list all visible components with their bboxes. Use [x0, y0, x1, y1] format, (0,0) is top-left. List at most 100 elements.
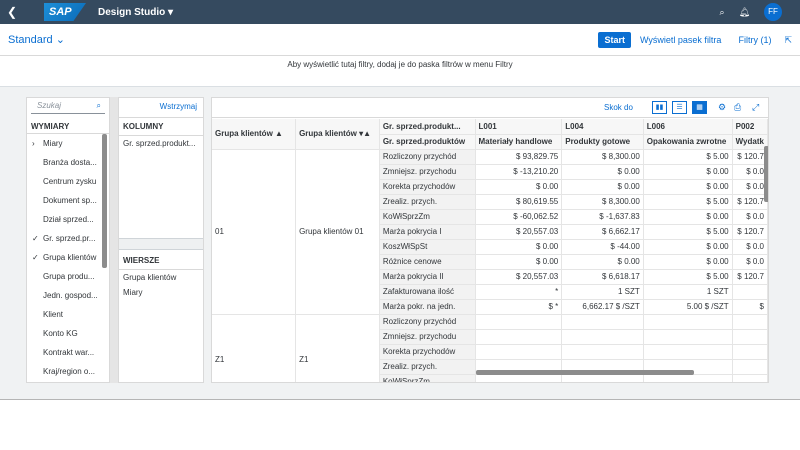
measure-label[interactable]: Rozliczony przychód	[379, 314, 476, 330]
data-cell[interactable]: $ 5.00	[643, 269, 733, 285]
data-cell[interactable]: $ 20,557.03	[475, 269, 563, 285]
data-cell[interactable]: $	[732, 299, 768, 315]
data-cell[interactable]	[732, 374, 768, 382]
group-key[interactable]: Z1	[212, 314, 297, 382]
dimension-item[interactable]: Dokument sp...	[27, 191, 109, 210]
table-icon[interactable]: ▦	[692, 101, 707, 114]
data-cell[interactable]: 6,662.17 $ /SZT	[561, 299, 644, 315]
data-cell[interactable]: $ 120.7	[732, 269, 768, 285]
measure-label[interactable]: KoWłSprzZm	[379, 374, 476, 382]
data-cell[interactable]: $ 5.00	[643, 194, 733, 210]
data-cell[interactable]: $ 80,619.55	[475, 194, 563, 210]
data-cell[interactable]: $ 0.00	[561, 254, 644, 270]
back-icon[interactable]: ❮	[0, 5, 24, 19]
data-cell[interactable]	[732, 344, 768, 360]
data-cell[interactable]: $ -60,062.52	[475, 209, 563, 225]
column-header-code[interactable]: L001	[475, 119, 563, 135]
data-cell[interactable]	[561, 374, 644, 382]
dimension-item[interactable]: Kontrakt war...	[27, 343, 109, 362]
data-cell[interactable]: $ 0.00	[643, 254, 733, 270]
measure-label[interactable]: Marża pokrycia I	[379, 224, 476, 240]
measure-label[interactable]: Różnice cenowe	[379, 254, 476, 270]
measure-label[interactable]: Zrealiz. przych.	[379, 359, 476, 375]
dimension-item[interactable]: › Miary	[27, 134, 109, 153]
pause-button[interactable]: Wstrzymaj	[119, 98, 203, 118]
data-cell[interactable]: $ 0.00	[561, 164, 644, 180]
dimension-item[interactable]: Kraj/region o...	[27, 362, 109, 381]
scrollbar[interactable]	[102, 134, 107, 268]
column-header-name[interactable]: Wydatk	[732, 134, 768, 150]
dimension-item[interactable]: Dział sprzed...	[27, 210, 109, 229]
column-item[interactable]: Gr. sprzed.produkt...	[119, 136, 203, 151]
dimension-item[interactable]: Centrum zysku	[27, 172, 109, 191]
measure-label[interactable]: Marża pokr. na jedn.	[379, 299, 476, 315]
data-cell[interactable]: $ 0.0	[732, 179, 768, 195]
data-cell[interactable]	[732, 359, 768, 375]
data-cell[interactable]: $ 0.0	[732, 164, 768, 180]
data-cell[interactable]: $ -44.00	[561, 239, 644, 255]
data-cell[interactable]	[732, 314, 768, 330]
column-header-name[interactable]: Materiały handlowe	[475, 134, 563, 150]
data-cell[interactable]: $ 0.00	[643, 239, 733, 255]
measure-label[interactable]: Rozliczony przychód	[379, 149, 476, 165]
data-cell[interactable]	[732, 284, 768, 300]
data-cell[interactable]: $ 0.00	[643, 209, 733, 225]
sort-icon[interactable]: ▲	[275, 129, 283, 138]
data-cell[interactable]: $ 120.7	[732, 149, 768, 165]
chart-icon[interactable]: ▮▮	[652, 101, 667, 114]
group-text[interactable]: Z1	[295, 314, 380, 382]
data-cell[interactable]: $ 93,829.75	[475, 149, 563, 165]
avatar[interactable]: FF	[764, 3, 782, 21]
splitter[interactable]	[110, 97, 118, 383]
measure-label[interactable]: KoWłSprzZm	[379, 209, 476, 225]
group-text[interactable]: Grupa klientów 01	[295, 149, 380, 315]
data-cell[interactable]	[561, 329, 644, 345]
data-cell[interactable]	[475, 314, 563, 330]
data-cell[interactable]: $ 0.00	[475, 179, 563, 195]
bell-icon[interactable]: 🔔︎	[739, 7, 750, 18]
column-header-name[interactable]: Opakowania zwrotne	[643, 134, 733, 150]
column-header-code[interactable]: L004	[561, 119, 644, 135]
dimension-item[interactable]: Jedn. gospod...	[27, 286, 109, 305]
measure-label[interactable]: Zafakturowana ilość	[379, 284, 476, 300]
jump-to-link[interactable]: Skok do	[604, 103, 633, 112]
column-header-code[interactable]: L006	[643, 119, 733, 135]
fullscreen-icon[interactable]: ⤢	[752, 102, 759, 113]
data-cell[interactable]: $ 0.0	[732, 254, 768, 270]
data-cell[interactable]: $ 0.00	[643, 164, 733, 180]
data-cell[interactable]: $ -1,637.83	[561, 209, 644, 225]
data-cell[interactable]: $ *	[475, 299, 563, 315]
data-cell[interactable]: 1 SZT	[643, 284, 733, 300]
share-icon[interactable]: ⇱	[784, 35, 792, 46]
data-cell[interactable]	[475, 344, 563, 360]
data-cell[interactable]	[643, 314, 733, 330]
data-cell[interactable]	[475, 374, 563, 382]
dimension-item[interactable]: ✓ Grupa klientów	[27, 248, 109, 267]
filters-link[interactable]: Filtry (1)	[738, 35, 771, 45]
row-item[interactable]: Grupa klientów	[119, 270, 203, 285]
dimension-item[interactable]: Klient	[27, 305, 109, 324]
measure-label[interactable]: Korekta przychodów	[379, 179, 476, 195]
column-header-label[interactable]: Grupa klientów	[215, 129, 273, 138]
data-cell[interactable]: $ 120.7	[732, 224, 768, 240]
data-cell[interactable]: $ 0.00	[643, 179, 733, 195]
data-cell[interactable]: 5.00 $ /SZT	[643, 299, 733, 315]
vertical-scrollbar[interactable]	[764, 146, 768, 202]
column-header-label[interactable]: Grupa klientów	[299, 129, 357, 138]
measure-label[interactable]: Zmniejsz. przychodu	[379, 329, 476, 345]
show-filter-bar-link[interactable]: Wyświetl pasek filtra	[640, 35, 721, 45]
data-cell[interactable]: $ 20,557.03	[475, 224, 563, 240]
measure-label[interactable]: Marża pokrycia II	[379, 269, 476, 285]
data-cell[interactable]	[732, 329, 768, 345]
measure-label[interactable]: Zmniejsz. przychodu	[379, 164, 476, 180]
start-button[interactable]: Start	[598, 32, 631, 48]
chart-table-icon[interactable]: ☰	[672, 101, 687, 114]
data-cell[interactable]: $ 5.00	[643, 224, 733, 240]
app-title[interactable]: Design Studio ▾	[98, 7, 173, 18]
group-key[interactable]: 01	[212, 149, 297, 315]
column-header-name[interactable]: Produkty gotowe	[561, 134, 644, 150]
dimension-item[interactable]: ✓ Gr. sprzed.pr...	[27, 229, 109, 248]
row-item[interactable]: Miary	[119, 285, 203, 300]
data-cell[interactable]: $ 120.7	[732, 194, 768, 210]
data-cell[interactable]: $ 6,662.17	[561, 224, 644, 240]
